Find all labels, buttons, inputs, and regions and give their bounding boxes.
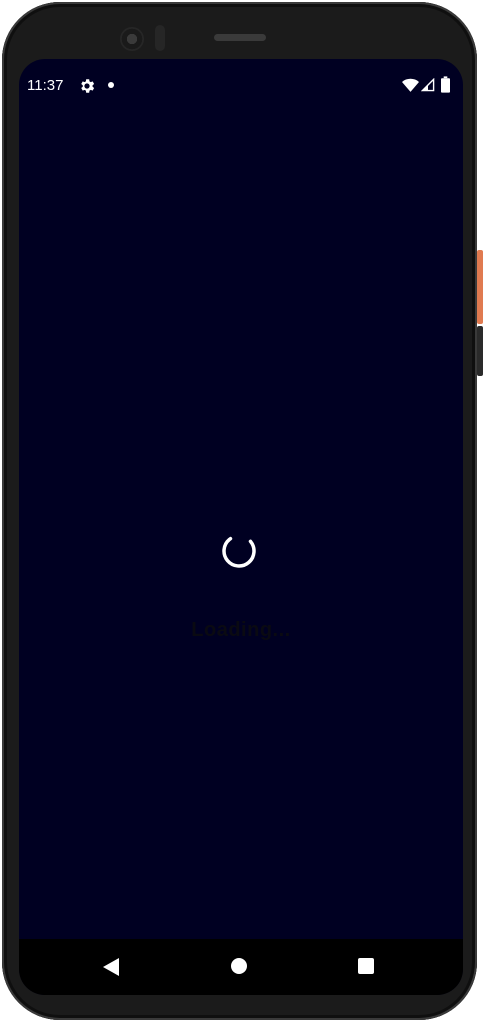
status-bar: 11:37 bbox=[19, 59, 463, 111]
battery-icon bbox=[441, 76, 450, 93]
front-camera-icon bbox=[120, 27, 144, 51]
home-icon[interactable] bbox=[231, 958, 247, 974]
status-time: 11:37 bbox=[27, 77, 64, 94]
app-content: Loading... bbox=[19, 111, 463, 939]
loading-label: Loading... bbox=[191, 619, 291, 641]
loading-spinner-icon bbox=[222, 534, 256, 568]
earpiece-speaker bbox=[214, 34, 266, 41]
dot-icon bbox=[108, 82, 114, 88]
screen: 11:37 Loading... bbox=[19, 59, 463, 995]
gear-icon bbox=[81, 79, 95, 93]
back-icon[interactable] bbox=[103, 958, 119, 976]
volume-button[interactable] bbox=[477, 326, 483, 376]
sensor-icon bbox=[155, 25, 165, 51]
navigation-bar bbox=[19, 939, 463, 995]
recents-icon[interactable] bbox=[358, 958, 374, 974]
power-button[interactable] bbox=[477, 250, 483, 324]
signal-icon bbox=[421, 78, 435, 92]
wifi-icon bbox=[402, 78, 419, 92]
phone-device: 11:37 Loading... bbox=[0, 0, 483, 1024]
